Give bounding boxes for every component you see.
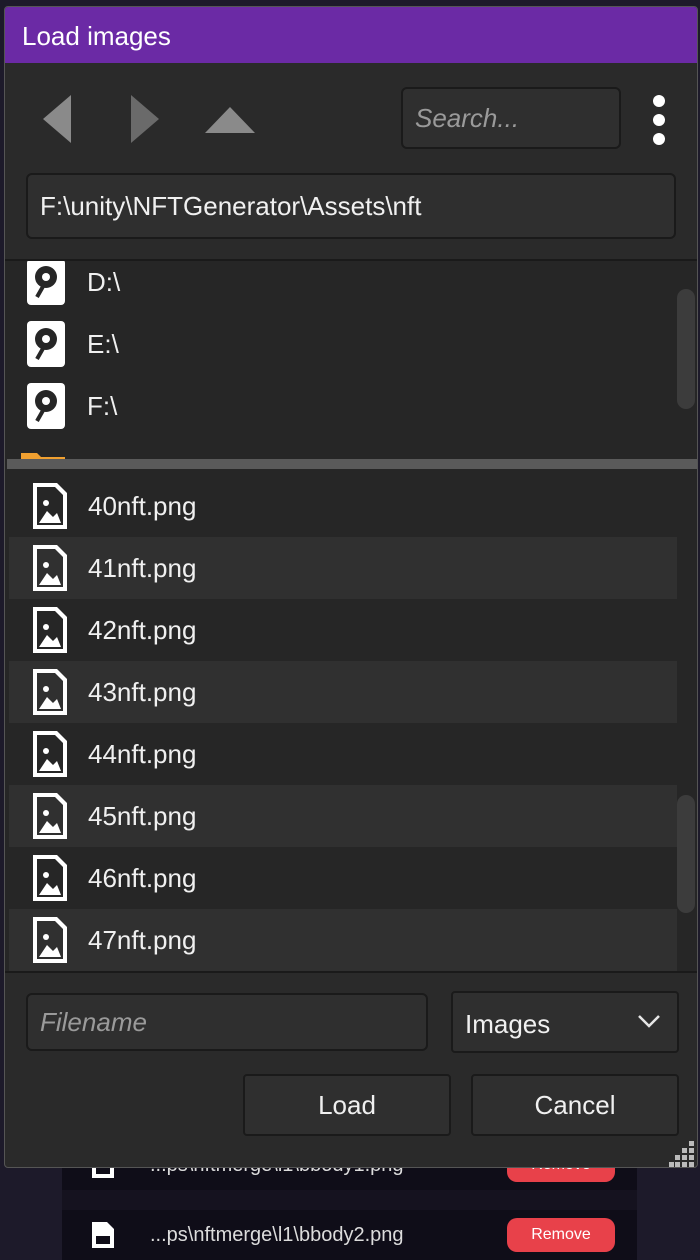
file-name-label: 46nft.png bbox=[88, 863, 197, 893]
image-file-icon bbox=[33, 545, 67, 591]
file-name-label: 44nft.png bbox=[88, 739, 197, 769]
file-list-item[interactable]: 44nft.png bbox=[9, 723, 677, 785]
image-file-icon bbox=[33, 855, 67, 901]
file-type-dropdown[interactable]: Images bbox=[451, 991, 679, 1053]
background-list-item: ...ps\nftmerge\l1\bbody2.png Remove bbox=[62, 1210, 637, 1260]
path-field[interactable]: F:\unity\NFTGenerator\Assets\nft bbox=[26, 173, 676, 239]
quick-links-scrollbar[interactable] bbox=[677, 289, 695, 409]
hard-drive-icon bbox=[27, 261, 65, 305]
image-file-icon bbox=[33, 669, 67, 715]
image-file-icon bbox=[33, 793, 67, 839]
load-images-dialog: Load images F:\unity\NFTGenerator\Assets… bbox=[4, 6, 698, 1168]
file-name-label: 40nft.png bbox=[88, 491, 197, 521]
dialog-title: Load images bbox=[22, 21, 171, 51]
load-button[interactable]: Load bbox=[243, 1074, 451, 1136]
file-list-item[interactable]: 40nft.png bbox=[9, 475, 677, 537]
hard-drive-icon bbox=[27, 383, 65, 429]
file-list-item[interactable]: 41nft.png bbox=[9, 537, 677, 599]
file-list: 40nft.png 41nft.png 42nft.png 43nft.png … bbox=[9, 475, 677, 971]
drive-label: D:\ bbox=[87, 267, 121, 297]
image-file-icon bbox=[33, 731, 67, 777]
file-list-item[interactable]: 46nft.png bbox=[9, 847, 677, 909]
file-list-item[interactable]: 43nft.png bbox=[9, 661, 677, 723]
filename-input[interactable] bbox=[28, 995, 426, 1049]
cancel-button[interactable]: Cancel bbox=[471, 1074, 679, 1136]
forward-arrow-icon[interactable] bbox=[123, 89, 173, 149]
dialog-titlebar[interactable]: Load images bbox=[5, 7, 697, 63]
list-splitter[interactable] bbox=[7, 459, 697, 469]
hard-drive-icon bbox=[27, 321, 65, 367]
image-file-icon bbox=[33, 483, 67, 529]
drive-label: E:\ bbox=[87, 329, 119, 359]
image-file-icon bbox=[33, 607, 67, 653]
file-name-label: 42nft.png bbox=[88, 615, 197, 645]
search-input[interactable] bbox=[403, 89, 619, 147]
resize-handle-icon[interactable] bbox=[669, 1139, 697, 1167]
file-list-area: D:\ E:\ F:\ 40nft.png 41nft.png 42nft.pn… bbox=[5, 259, 697, 973]
file-type-value: Images bbox=[465, 1009, 551, 1039]
file-name-label: 45nft.png bbox=[88, 801, 197, 831]
drive-label: F:\ bbox=[87, 391, 118, 421]
file-list-item[interactable]: 45nft.png bbox=[9, 785, 677, 847]
filename-box[interactable] bbox=[26, 993, 428, 1051]
file-name-label: 43nft.png bbox=[88, 677, 197, 707]
file-name-label: 47nft.png bbox=[88, 925, 197, 955]
up-directory-icon[interactable] bbox=[203, 89, 257, 149]
chevron-down-icon bbox=[638, 1015, 660, 1028]
more-options-icon[interactable] bbox=[645, 91, 673, 151]
image-file-icon bbox=[92, 1222, 114, 1248]
image-file-icon bbox=[33, 917, 67, 963]
quick-link-drive[interactable]: F:\ bbox=[5, 377, 673, 439]
file-list-item[interactable]: 42nft.png bbox=[9, 599, 677, 661]
file-list-item[interactable]: 47nft.png bbox=[9, 909, 677, 971]
quick-links-list: D:\ E:\ F:\ bbox=[5, 261, 673, 461]
file-list-scrollbar[interactable] bbox=[677, 795, 695, 913]
file-name-label: 41nft.png bbox=[88, 553, 197, 583]
back-arrow-icon[interactable] bbox=[37, 89, 87, 149]
quick-link-drive[interactable]: E:\ bbox=[5, 315, 673, 377]
quick-link-drive[interactable]: D:\ bbox=[5, 261, 673, 315]
remove-button[interactable]: Remove bbox=[507, 1218, 615, 1252]
search-box[interactable] bbox=[401, 87, 621, 149]
